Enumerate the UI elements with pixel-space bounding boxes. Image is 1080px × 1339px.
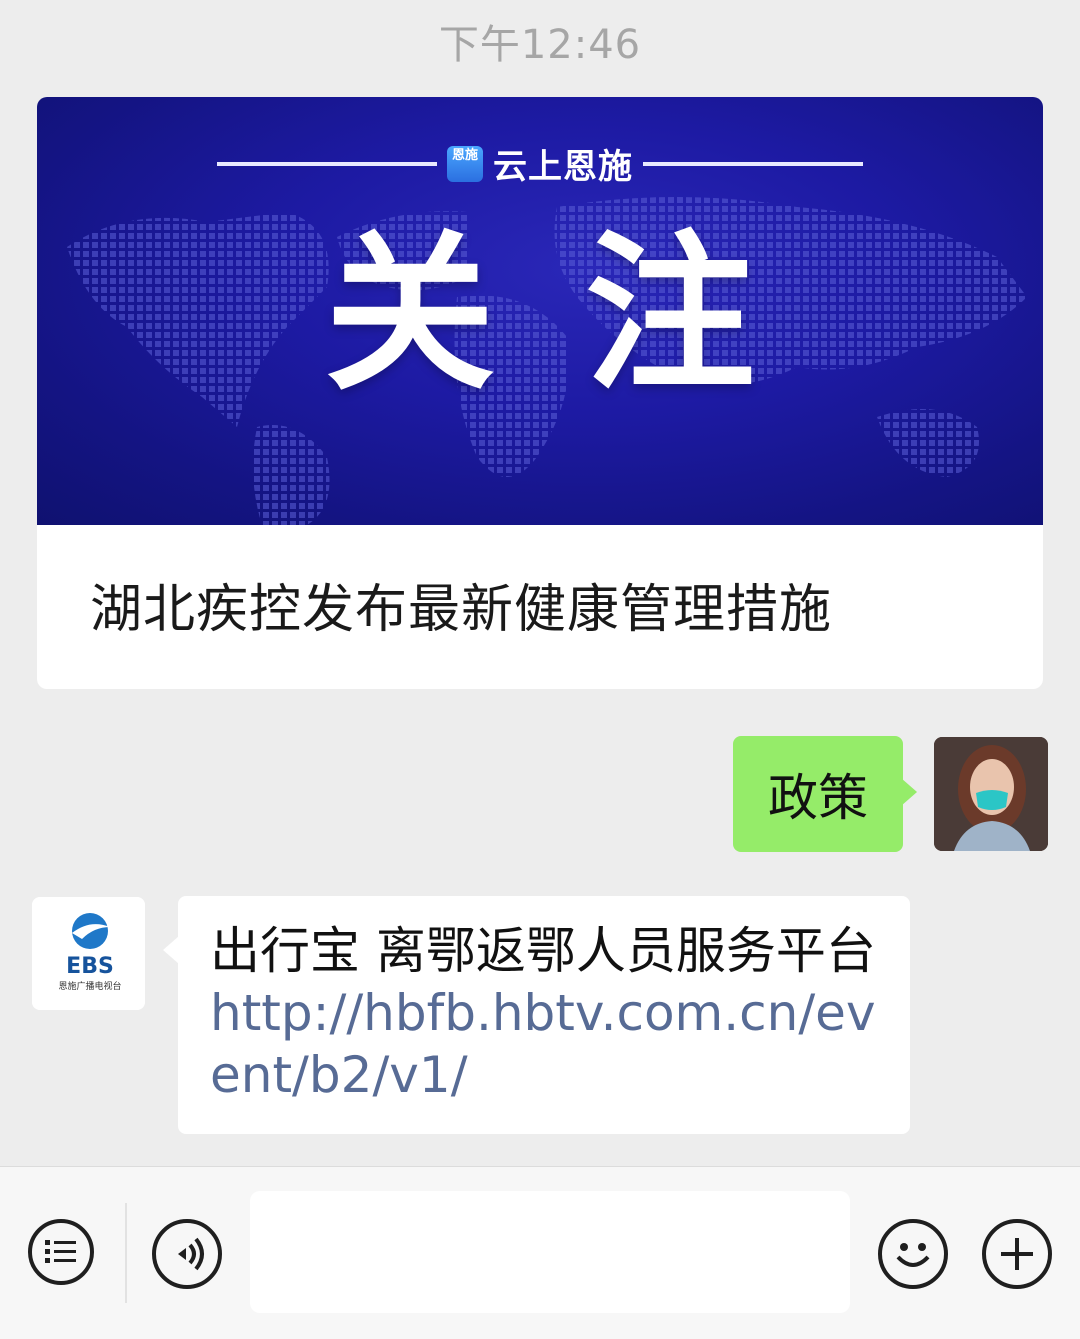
- message-timestamp: 下午12:46: [438, 22, 642, 68]
- brand-name: 云上恩施: [493, 147, 633, 187]
- ebs-avatar[interactable]: EBS 恩施广播电视台: [32, 897, 145, 1010]
- chat-toolbar: [0, 1166, 1080, 1339]
- banner-brand: 恩施 云上恩施: [37, 139, 1043, 188]
- sent-message-bubble[interactable]: 政策: [733, 736, 917, 852]
- chat-screen: 下午12:46 恩施 云上恩施 关注 湖北疾控发布最新健康管理措施 政策 EBS…: [0, 0, 1080, 1339]
- banner-title: 关注: [324, 216, 845, 414]
- brand-divider-right: [643, 161, 863, 166]
- brand-logo-icon: 恩施: [447, 145, 483, 182]
- svg-text:恩施广播电视台: 恩施广播电视台: [58, 980, 121, 992]
- message-link[interactable]: http://hbfb.hbtv.com.cn/event/b2/v1/: [210, 984, 876, 1104]
- ebs-logo-icon: EBS 恩施广播电视台: [32, 897, 145, 1010]
- article-card[interactable]: 恩施 云上恩施 关注 湖北疾控发布最新健康管理措施: [37, 97, 1043, 689]
- voice-icon[interactable]: [152, 1219, 222, 1289]
- brand-divider-left: [217, 161, 437, 166]
- emoji-icon[interactable]: [878, 1219, 948, 1289]
- received-message-text: 出行宝 离鄂返鄂人员服务平台: [210, 922, 876, 980]
- user-avatar-image: [934, 737, 1048, 851]
- article-title: 湖北疾控发布最新健康管理措施: [90, 580, 833, 640]
- add-icon[interactable]: [982, 1219, 1052, 1289]
- user-avatar[interactable]: [934, 737, 1048, 851]
- received-message-bubble[interactable]: 出行宝 离鄂返鄂人员服务平台 http://hbfb.hbtv.com.cn/e…: [163, 896, 910, 1134]
- menu-icon[interactable]: [28, 1219, 94, 1285]
- toolbar-divider: [125, 1203, 127, 1303]
- sent-message-text: 政策: [768, 769, 868, 827]
- message-input[interactable]: [250, 1191, 850, 1313]
- svg-text:EBS: EBS: [66, 954, 114, 979]
- article-banner: 恩施 云上恩施 关注: [37, 97, 1043, 525]
